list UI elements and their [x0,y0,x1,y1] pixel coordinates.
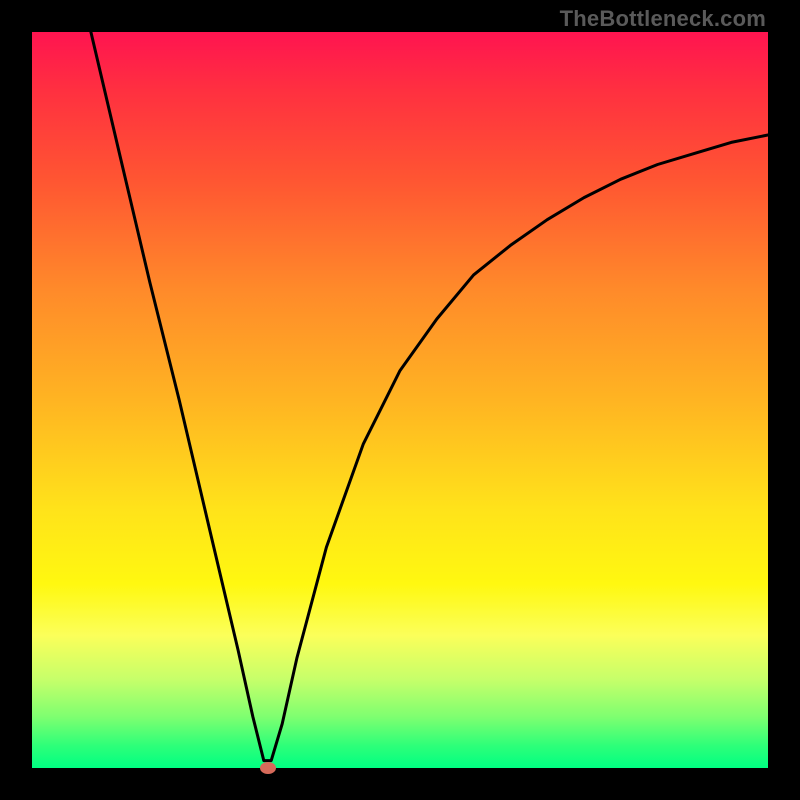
watermark-text: TheBottleneck.com [560,6,766,32]
bottleneck-curve [32,32,768,768]
plot-area [32,32,768,768]
minimum-marker [260,762,276,774]
chart-frame: TheBottleneck.com [0,0,800,800]
